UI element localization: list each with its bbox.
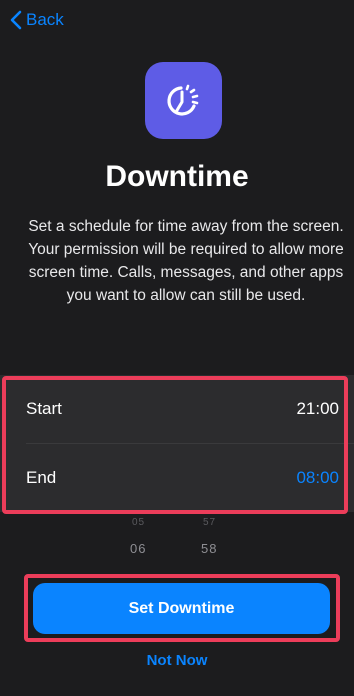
page-title: Downtime	[105, 160, 249, 193]
picker-hour-above: 05	[132, 517, 146, 528]
picker-minute: 58	[201, 541, 218, 556]
not-now-button[interactable]: Not Now	[0, 652, 354, 669]
picker-minute-above: 57	[203, 517, 217, 528]
schedule-highlight-box	[2, 376, 348, 514]
back-button[interactable]: Back	[10, 8, 64, 32]
back-label: Back	[26, 10, 64, 29]
downtime-sheet: Back Downtime Set a schedule for time aw…	[0, 0, 354, 696]
downtime-icon	[145, 62, 222, 139]
description-text: Set a schedule for time away from the sc…	[28, 218, 344, 304]
picker-hour: 06	[130, 541, 147, 556]
button-highlight-box	[24, 574, 340, 642]
time-picker-wheel[interactable]: 05 57 06 58	[0, 515, 354, 563]
chevron-left-icon	[10, 10, 22, 30]
